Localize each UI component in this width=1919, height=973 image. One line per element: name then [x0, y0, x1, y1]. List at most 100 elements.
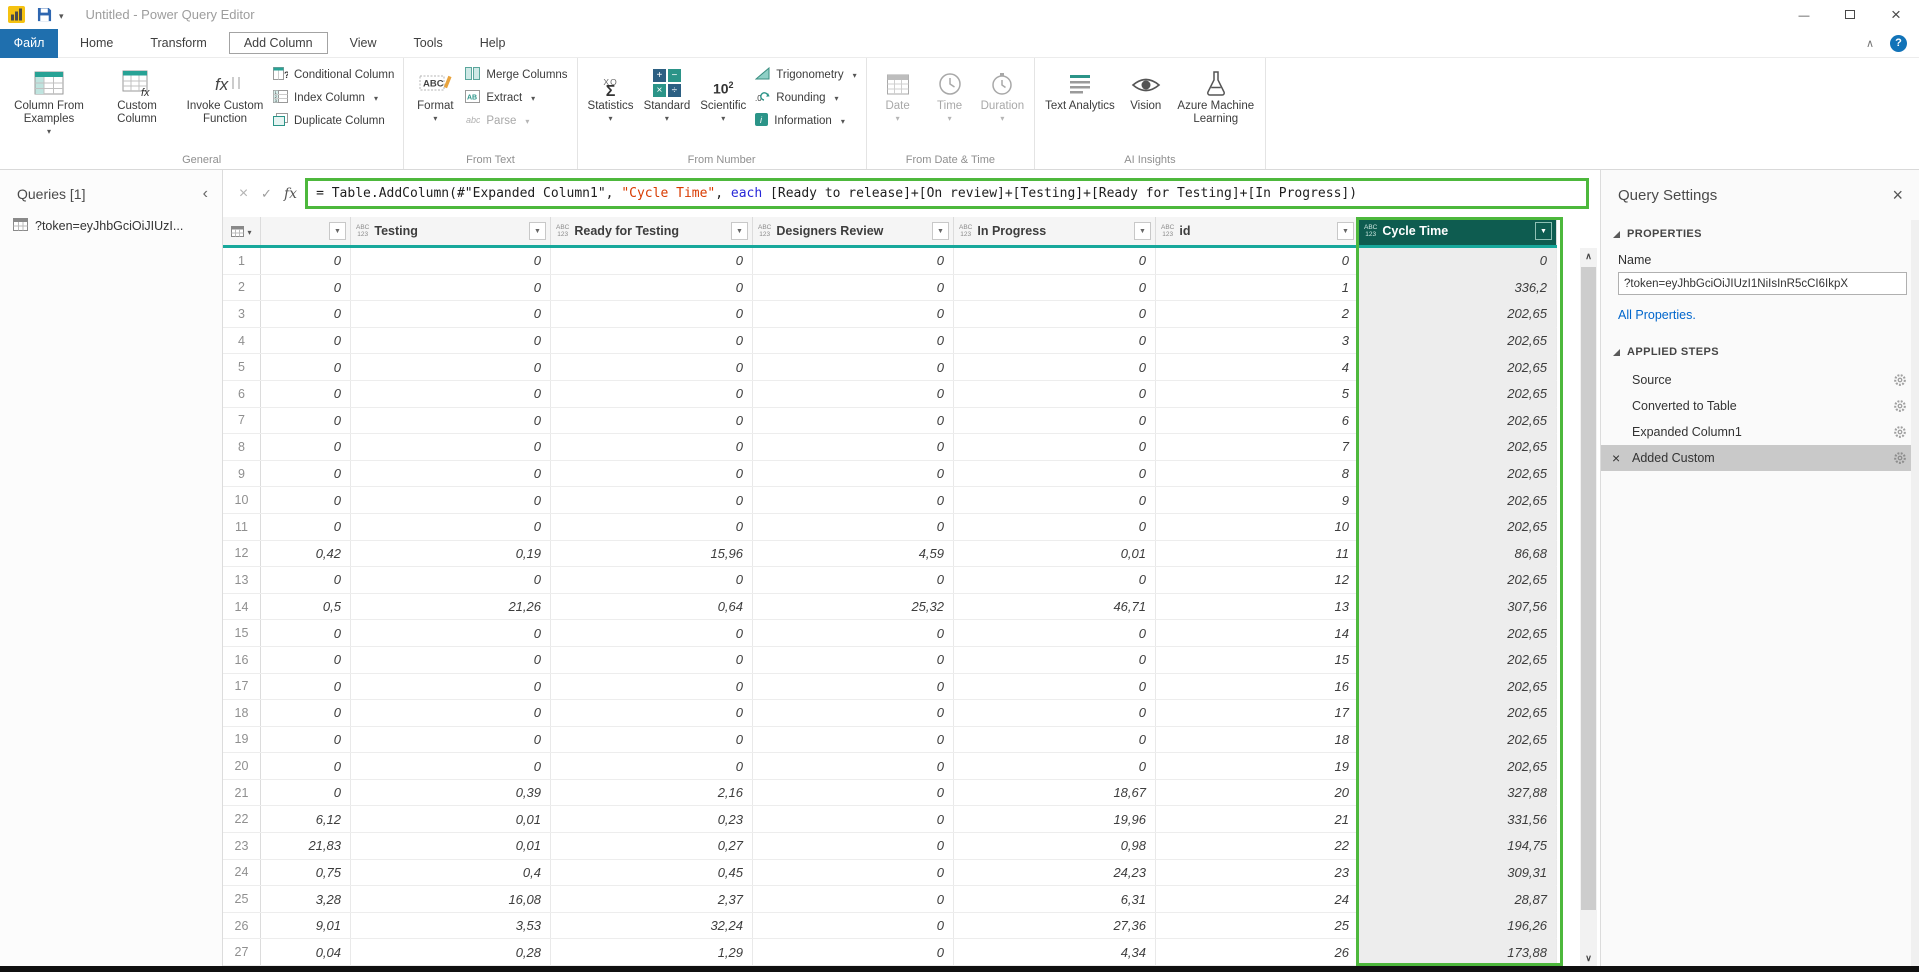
table-cell[interactable]: 194,75	[1359, 833, 1557, 859]
table-cell[interactable]: 0	[351, 567, 551, 593]
table-cell[interactable]: 0	[551, 248, 753, 274]
table-cell[interactable]: 0	[551, 275, 753, 301]
table-cell[interactable]: 16	[1156, 674, 1359, 700]
row-number[interactable]: 13	[223, 567, 261, 593]
table-cell[interactable]: 0	[261, 434, 351, 460]
format-button[interactable]: ABC Format	[409, 60, 461, 123]
row-number[interactable]: 27	[223, 939, 261, 965]
table-cell[interactable]: 0	[351, 753, 551, 779]
index-column-button[interactable]: 123 Index Column	[273, 89, 394, 106]
table-cell[interactable]: 202,65	[1359, 381, 1557, 407]
table-cell[interactable]: 0	[753, 567, 954, 593]
table-cell[interactable]: 0	[954, 461, 1156, 487]
table-cell[interactable]: 11	[1156, 541, 1359, 567]
table-cell[interactable]: 8	[1156, 461, 1359, 487]
time-button[interactable]: Time	[924, 60, 976, 123]
table-cell[interactable]: 0	[551, 461, 753, 487]
table-cell[interactable]: 0	[551, 434, 753, 460]
tab-transform[interactable]: Transform	[135, 32, 222, 54]
column-header-partial[interactable]	[261, 217, 351, 245]
close-panel-icon[interactable]	[1892, 185, 1903, 206]
table-cell[interactable]: 0	[954, 674, 1156, 700]
table-cell[interactable]: 0,42	[261, 541, 351, 567]
table-cell[interactable]: 196,26	[1359, 913, 1557, 939]
table-cell[interactable]: 202,65	[1359, 408, 1557, 434]
row-number[interactable]: 14	[223, 594, 261, 620]
duration-button[interactable]: Duration	[976, 60, 1029, 123]
table-cell[interactable]: 0	[351, 727, 551, 753]
table-cell[interactable]: 0	[753, 328, 954, 354]
table-cell[interactable]: 27,36	[954, 913, 1156, 939]
table-cell[interactable]: 0	[753, 514, 954, 540]
azure-machine-learning-button[interactable]: Azure Machine Learning	[1172, 60, 1260, 126]
table-cell[interactable]: 0	[954, 700, 1156, 726]
all-properties-link[interactable]: All Properties.	[1618, 308, 1696, 322]
row-number[interactable]: 21	[223, 780, 261, 806]
table-cell[interactable]: 7	[1156, 434, 1359, 460]
table-cell[interactable]: 0	[551, 487, 753, 513]
table-cell[interactable]: 18,67	[954, 780, 1156, 806]
table-cell[interactable]: 0	[954, 487, 1156, 513]
applied-step-source[interactable]: Source	[1601, 367, 1919, 393]
table-cell[interactable]: 202,65	[1359, 753, 1557, 779]
table-cell[interactable]: 0	[753, 381, 954, 407]
row-number[interactable]: 10	[223, 487, 261, 513]
table-cell[interactable]: 202,65	[1359, 514, 1557, 540]
filter-icon[interactable]	[1337, 222, 1354, 240]
table-cell[interactable]: 0	[351, 514, 551, 540]
table-cell[interactable]: 0	[351, 301, 551, 327]
table-cell[interactable]: 0	[351, 487, 551, 513]
table-cell[interactable]: 10	[1156, 514, 1359, 540]
parse-button[interactable]: abc Parse	[465, 112, 567, 129]
close-button[interactable]	[1873, 0, 1919, 29]
table-cell[interactable]: 16,08	[351, 886, 551, 912]
table-cell[interactable]: 9	[1156, 487, 1359, 513]
help-icon[interactable]: ?	[1890, 35, 1907, 52]
table-cell[interactable]: 0	[551, 328, 753, 354]
table-cell[interactable]: 25,32	[753, 594, 954, 620]
table-cell[interactable]: 86,68	[1359, 541, 1557, 567]
vertical-scrollbar[interactable]	[1580, 248, 1597, 966]
table-cell[interactable]: 202,65	[1359, 301, 1557, 327]
table-cell[interactable]: 0	[551, 700, 753, 726]
filter-icon[interactable]	[1134, 222, 1151, 240]
table-cell[interactable]: 0	[753, 408, 954, 434]
row-number[interactable]: 6	[223, 381, 261, 407]
table-cell[interactable]: 202,65	[1359, 620, 1557, 646]
table-cell[interactable]: 0	[261, 674, 351, 700]
table-cell[interactable]: 0	[753, 674, 954, 700]
table-cell[interactable]: 331,56	[1359, 806, 1557, 832]
table-cell[interactable]: 0	[753, 913, 954, 939]
table-cell[interactable]: 0	[954, 354, 1156, 380]
tab-tools[interactable]: Tools	[399, 32, 458, 54]
table-cell[interactable]: 19,96	[954, 806, 1156, 832]
rounding-button[interactable]: .0 Rounding	[755, 89, 856, 106]
table-cell[interactable]: 202,65	[1359, 487, 1557, 513]
column-header-cycle-time[interactable]: Cycle Time	[1359, 217, 1557, 245]
filter-icon[interactable]	[1535, 222, 1552, 240]
vision-button[interactable]: Vision	[1120, 60, 1172, 113]
table-cell[interactable]: 0	[954, 301, 1156, 327]
row-number[interactable]: 25	[223, 886, 261, 912]
standard-button[interactable]: +−×÷ Standard	[639, 60, 696, 123]
row-number[interactable]: 18	[223, 700, 261, 726]
table-cell[interactable]: 2,37	[551, 886, 753, 912]
gear-icon[interactable]	[1893, 373, 1907, 387]
scroll-down-icon[interactable]	[1580, 950, 1597, 966]
table-cell[interactable]: 0	[753, 753, 954, 779]
table-cell[interactable]: 12	[1156, 567, 1359, 593]
confirm-icon[interactable]	[255, 185, 278, 203]
table-cell[interactable]: 0	[551, 408, 753, 434]
information-button[interactable]: i Information	[755, 112, 856, 129]
row-number[interactable]: 17	[223, 674, 261, 700]
table-cell[interactable]: 202,65	[1359, 434, 1557, 460]
applied-step-converted-to-table[interactable]: Converted to Table	[1601, 393, 1919, 419]
collapse-ribbon-icon[interactable]	[1866, 34, 1874, 52]
table-cell[interactable]: 6,31	[954, 886, 1156, 912]
scrollbar-thumb[interactable]	[1581, 267, 1596, 910]
custom-column-button[interactable]: fx Custom Column	[93, 60, 181, 126]
table-cell[interactable]: 0	[351, 700, 551, 726]
table-cell[interactable]: 202,65	[1359, 727, 1557, 753]
table-cell[interactable]: 0	[954, 567, 1156, 593]
table-cell[interactable]: 15,96	[551, 541, 753, 567]
